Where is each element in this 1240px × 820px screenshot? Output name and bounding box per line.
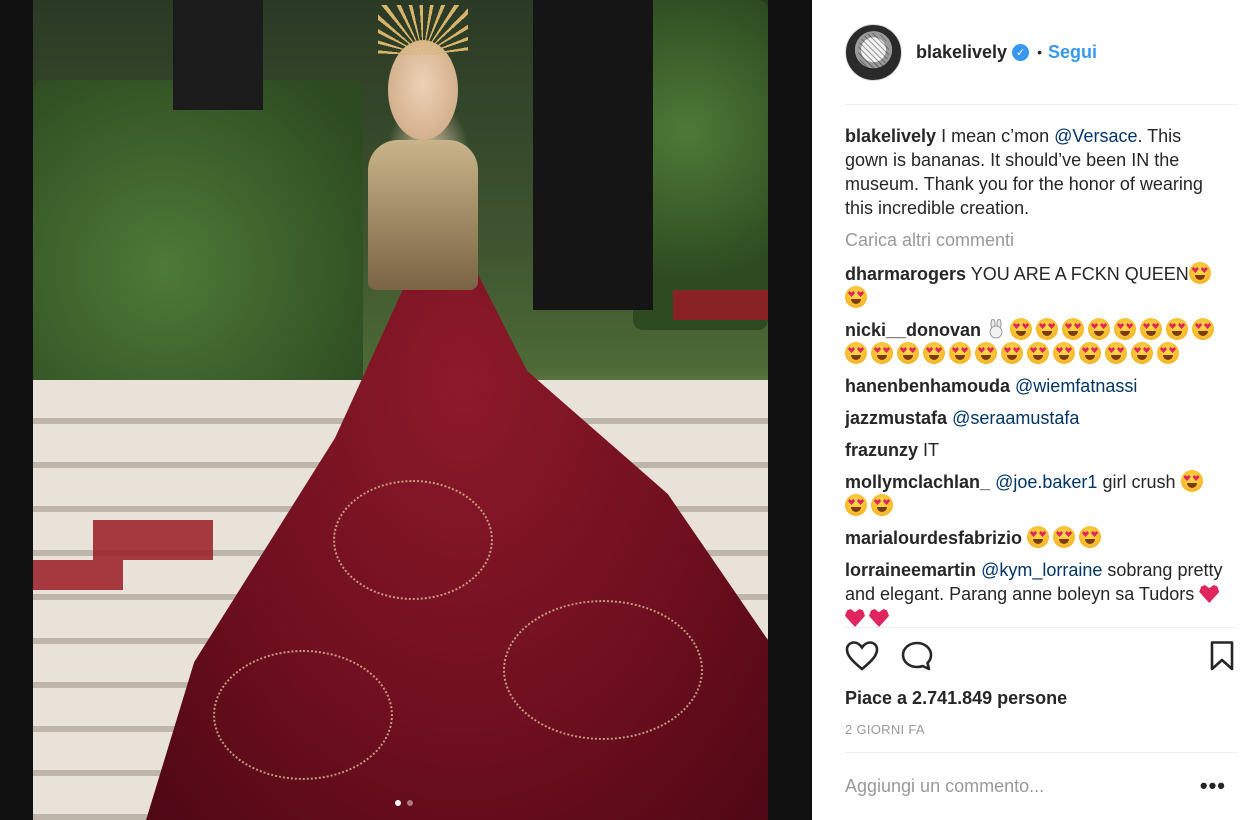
heart-eyes-emoji-icon [1114, 318, 1137, 340]
heart-eyes-emoji-icon [1188, 262, 1211, 284]
heart-eyes-emoji-icon [1001, 342, 1023, 364]
heart-outline-icon[interactable] [845, 640, 879, 677]
comment-mention[interactable]: @wiemfatnassi [1015, 376, 1137, 396]
comment-username[interactable]: nicki__donovan [845, 320, 981, 340]
comment-item: hanenbenhamouda @wiemfatnassi [845, 374, 1225, 398]
red-heart-emoji-icon [869, 609, 889, 627]
post-header: blakelively ✓ • Segui [812, 0, 1240, 104]
heart-eyes-emoji-icon [845, 494, 867, 516]
heart-eyes-emoji-icon [1062, 318, 1085, 340]
comment-text: IT [923, 440, 940, 460]
comment-mention[interactable]: @joe.baker1 [995, 472, 1097, 492]
instagram-post-view: blakelively ✓ • Segui blakelively I mean… [0, 0, 1240, 820]
heart-eyes-emoji-icon [1053, 342, 1075, 364]
comments-divider [845, 627, 1238, 628]
likes-count[interactable]: Piace a 2.741.849 persone [845, 688, 1067, 709]
add-comment-divider [845, 752, 1238, 753]
photo-carpet-mark [33, 560, 123, 590]
heart-eyes-emoji-icon [1157, 342, 1179, 364]
caption-mention[interactable]: @Versace [1054, 126, 1137, 146]
comment-item: frazunzy IT [845, 438, 1225, 462]
photo-carpet-mark [93, 520, 213, 560]
comment-item: marialourdesfabrizio [845, 526, 1225, 550]
photo-bystander [533, 0, 653, 310]
red-heart-emoji-icon [845, 609, 865, 627]
heart-eyes-emoji-icon [1192, 318, 1215, 340]
photo-bystander [173, 0, 263, 110]
heart-eyes-emoji-icon [1079, 342, 1101, 364]
photo-embroidery [213, 650, 393, 780]
heart-eyes-emoji-icon [1036, 318, 1059, 340]
comment-text: YOU ARE A FCKN QUEEN [970, 264, 1189, 284]
comment-container: dharmarogers YOU ARE A FCKN QUEEN nicki__… [845, 262, 1225, 627]
photo-embroidery [503, 600, 703, 740]
comment-username[interactable]: marialourdesfabrizio [845, 528, 1022, 548]
follow-button[interactable]: Segui [1048, 42, 1097, 63]
heart-eyes-emoji-icon [1027, 526, 1050, 548]
heart-eyes-emoji-icon [975, 342, 997, 364]
comment-item: dharmarogers YOU ARE A FCKN QUEEN [845, 262, 1225, 310]
heart-eyes-emoji-icon [871, 494, 893, 516]
comment-text: girl crush [1102, 472, 1176, 492]
comment-item: nicki__donovan [845, 318, 1225, 366]
comment-mention[interactable]: @kym_lorraine [981, 560, 1102, 580]
photo-embroidery [333, 480, 493, 600]
heart-eyes-emoji-icon [1140, 318, 1163, 340]
post-photo[interactable] [33, 0, 768, 820]
comment-username[interactable]: frazunzy [845, 440, 918, 460]
heart-eyes-emoji-icon [845, 342, 867, 364]
post-timestamp[interactable]: 2 GIORNI FA [845, 722, 925, 737]
comment-bubble-icon[interactable] [900, 640, 934, 677]
more-options-button[interactable]: ••• [1200, 775, 1226, 797]
heart-eyes-emoji-icon [949, 342, 971, 364]
add-comment-input[interactable]: Aggiungi un commento... [845, 776, 1044, 797]
verified-badge-icon: ✓ [1012, 43, 1030, 61]
comment-username[interactable]: jazzmustafa [845, 408, 947, 428]
photo-head [388, 40, 458, 140]
heart-eyes-emoji-icon [1105, 342, 1127, 364]
photo-bodice [368, 140, 478, 290]
comment-username[interactable]: hanenbenhamouda [845, 376, 1010, 396]
photo-carpet-mark [673, 290, 768, 320]
heart-eyes-emoji-icon [1088, 318, 1111, 340]
caption-username[interactable]: blakelively [845, 126, 936, 146]
photo-crown [378, 5, 468, 55]
comment-item: lorraineemartin @kym_lorraine sobrang pr… [845, 558, 1225, 627]
action-bar [845, 640, 1234, 677]
comment-item: mollymclachlan_ @joe.baker1 girl crush [845, 470, 1225, 518]
heart-eyes-emoji-icon [1027, 342, 1049, 364]
load-more-comments-button[interactable]: Carica altri commenti [845, 228, 1225, 252]
header-separator: • [1037, 44, 1042, 60]
heart-eyes-emoji-icon [1010, 318, 1033, 340]
heart-eyes-emoji-icon [923, 342, 945, 364]
carousel-indicator [395, 800, 413, 806]
caption-text: I mean c’mon [941, 126, 1050, 146]
bookmark-icon[interactable] [1209, 640, 1235, 677]
heart-eyes-emoji-icon [871, 342, 893, 364]
carousel-dot-active [395, 800, 401, 806]
comments-list[interactable]: blakelively I mean c’mon @Versace. This … [845, 124, 1225, 627]
header-username[interactable]: blakelively [916, 42, 1007, 63]
comment-username[interactable]: dharmarogers [845, 264, 966, 284]
heart-eyes-emoji-icon [845, 286, 867, 308]
photo-hedge-right [633, 0, 768, 330]
post-caption: blakelively I mean c’mon @Versace. This … [845, 124, 1225, 220]
heart-eyes-emoji-icon [1180, 470, 1203, 492]
comment-username[interactable]: mollymclachlan_ [845, 472, 990, 492]
heart-eyes-emoji-icon [1166, 318, 1189, 340]
comment-username[interactable]: lorraineemartin [845, 560, 976, 580]
avatar[interactable] [845, 23, 902, 81]
rabbit-emoji-icon [986, 318, 1006, 339]
red-heart-emoji-icon [1199, 585, 1220, 603]
comment-mention[interactable]: @seraamustafa [952, 408, 1079, 428]
comment-item: jazzmustafa @seraamustafa [845, 406, 1225, 430]
heart-eyes-emoji-icon [1131, 342, 1153, 364]
heart-eyes-emoji-icon [1053, 526, 1076, 548]
header-divider [845, 104, 1238, 105]
heart-eyes-emoji-icon [897, 342, 919, 364]
carousel-dot [407, 800, 413, 806]
heart-eyes-emoji-icon [1079, 526, 1102, 548]
media-area [0, 0, 812, 820]
